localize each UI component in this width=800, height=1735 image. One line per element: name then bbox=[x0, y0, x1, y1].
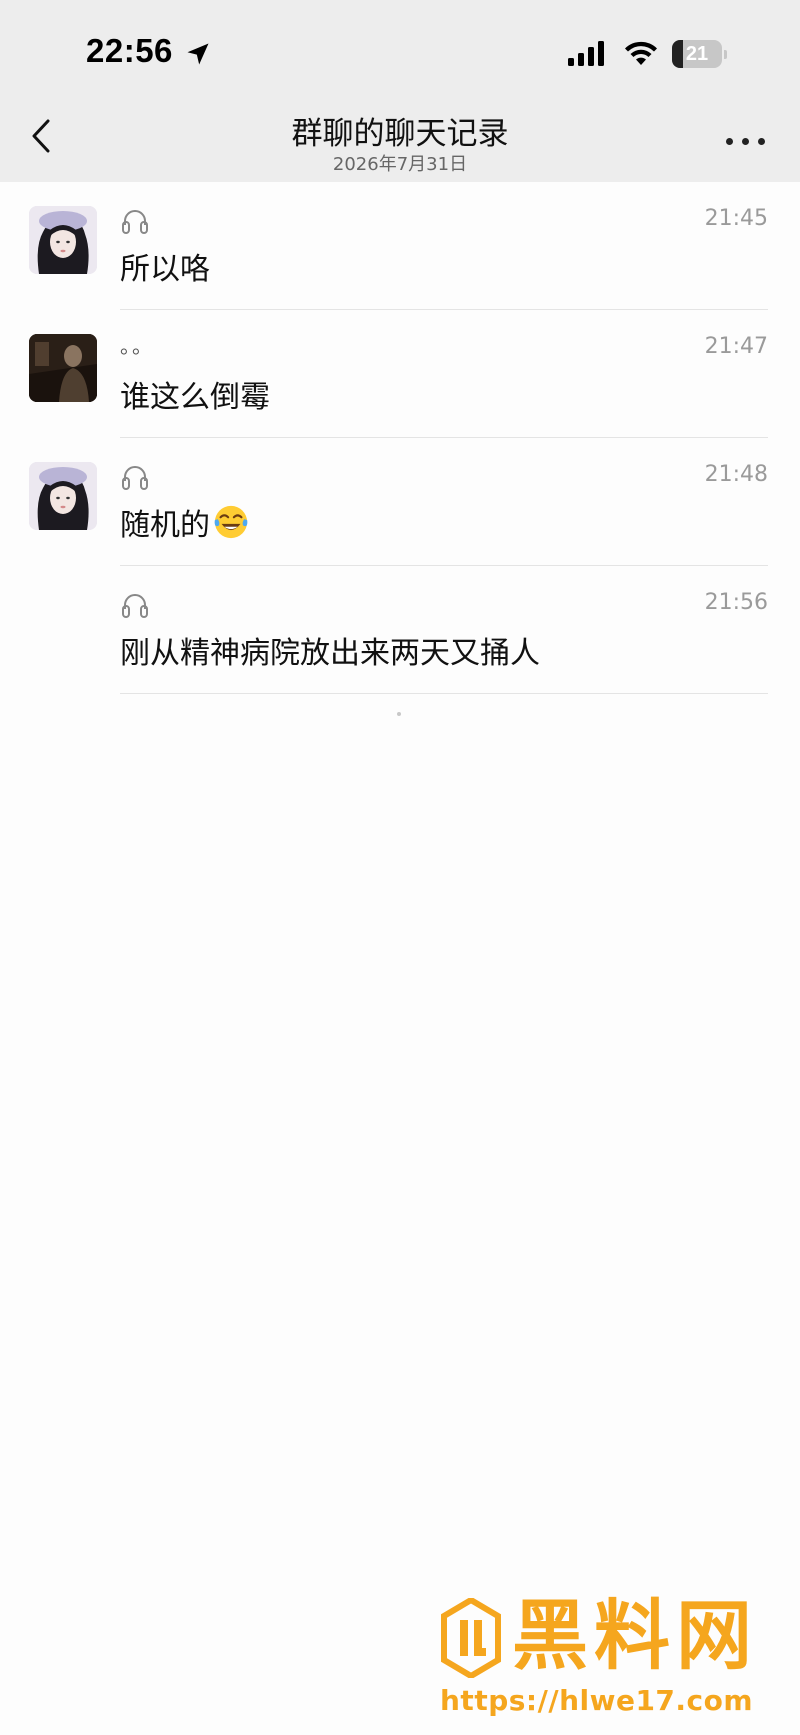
page-title: 群聊的聊天记录 bbox=[291, 116, 509, 152]
message-list: 21:45 所以咯 。。 21:47 谁这么倒霉 21:48 随机的 21:56… bbox=[0, 182, 800, 694]
battery-label: 21 bbox=[685, 43, 709, 65]
ellipsis-dot bbox=[742, 138, 749, 145]
location-arrow-icon bbox=[187, 43, 209, 65]
wifi-icon bbox=[625, 41, 657, 65]
battery-icon: 21 bbox=[672, 40, 727, 68]
nav-bar: 群聊的聊天记录 2026年7月31日 bbox=[0, 92, 800, 182]
watermark-url: https://hlwe17.com bbox=[440, 1684, 754, 1717]
avatar[interactable] bbox=[29, 206, 97, 274]
brand-logo-icon bbox=[441, 1598, 501, 1678]
message-text: 所以咯 bbox=[120, 252, 210, 287]
avatar-girl-image bbox=[29, 206, 97, 274]
list-end-dot bbox=[397, 712, 401, 716]
message-time: 21:56 bbox=[704, 590, 768, 615]
message-time: 21:45 bbox=[704, 206, 768, 231]
status-bar: 22:56 21 bbox=[0, 0, 800, 92]
message-text: 随机的 bbox=[120, 508, 210, 543]
message-time: 21:47 bbox=[704, 334, 768, 359]
message-item[interactable]: 。。 21:47 谁这么倒霉 bbox=[0, 310, 800, 438]
battery-cap bbox=[724, 50, 727, 59]
avatar[interactable] bbox=[29, 462, 97, 530]
avatar-girl-image bbox=[29, 462, 97, 530]
message-text: 谁这么倒霉 bbox=[120, 380, 270, 415]
message-time: 21:48 bbox=[704, 462, 768, 487]
message-text-row: 随机的 bbox=[120, 500, 250, 544]
more-button[interactable] bbox=[718, 120, 774, 160]
avatar-dark-photo-image bbox=[29, 334, 97, 402]
watermark-brand: 黑料网 bbox=[512, 1591, 758, 1680]
sender-name: 。。 bbox=[120, 334, 154, 358]
headphones-icon bbox=[122, 594, 148, 618]
page-subtitle-date: 2026年7月31日 bbox=[332, 154, 468, 175]
watermark: 黑料网 https://hlwe17.com bbox=[436, 1590, 776, 1720]
divider bbox=[120, 693, 768, 694]
status-time: 22:56 bbox=[86, 32, 173, 69]
cellular-signal-icon bbox=[568, 41, 604, 66]
avatar[interactable] bbox=[29, 334, 97, 402]
message-item[interactable]: 21:56 刚从精神病院放出来两天又捅人 bbox=[0, 566, 800, 694]
battery-body: 21 bbox=[672, 40, 722, 68]
headphones-icon bbox=[122, 466, 148, 490]
ellipsis-icon bbox=[726, 138, 733, 145]
headphones-icon bbox=[122, 210, 148, 234]
message-text: 刚从精神病院放出来两天又捅人 bbox=[120, 636, 540, 671]
message-item[interactable]: 21:45 所以咯 bbox=[0, 182, 800, 310]
tears-of-joy-emoji-icon bbox=[214, 505, 248, 539]
message-item[interactable]: 21:48 随机的 bbox=[0, 438, 800, 566]
ellipsis-dot bbox=[758, 138, 765, 145]
